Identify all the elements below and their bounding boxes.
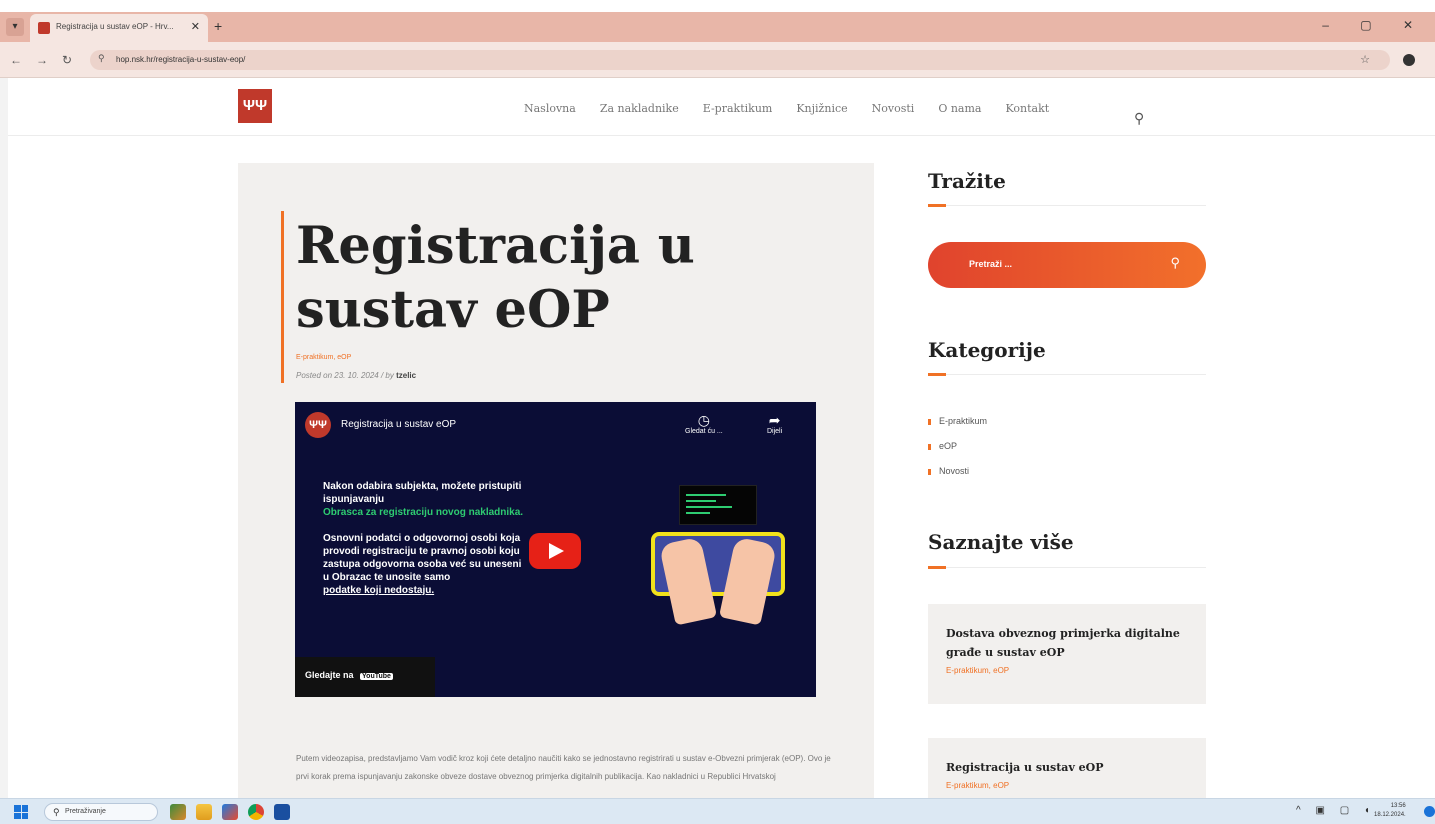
nav-item-za-nakladnike[interactable]: Za nakladnike: [600, 102, 679, 115]
video-caption-line: zastupa odgovorna osoba već su uneseni: [323, 559, 522, 570]
search-icon[interactable]: ⚲: [1170, 255, 1180, 271]
related-post-categories[interactable]: E-praktikum, eOP: [946, 666, 1188, 675]
nav-item-novosti[interactable]: Novosti: [872, 102, 915, 115]
widget-title-learn-more: Saznajte više: [928, 530, 1074, 554]
category-link[interactable]: eOP: [928, 441, 987, 466]
video-caption-line: provodi registraciju te pravnoj osobi ko…: [323, 546, 520, 557]
taskbar-search-placeholder: Pretraživanje: [65, 808, 106, 815]
post-title: Registracija u sustav eOP: [296, 216, 695, 340]
clock-icon: ◷: [697, 412, 710, 428]
post-author[interactable]: tzelic: [396, 371, 416, 380]
share-arrow-icon: ➦: [768, 412, 781, 428]
widget-divider: [928, 567, 1206, 568]
category-link[interactable]: E-praktikum: [928, 416, 987, 441]
bookmark-star-icon[interactable]: ☆: [1360, 53, 1380, 66]
video-caption-line: u Obrazac te unosite samo: [323, 572, 451, 583]
clock-time: 13:56: [1390, 803, 1406, 809]
widget-divider: [928, 205, 1206, 206]
widget-divider: [928, 374, 1206, 375]
post-meta: Posted on 23. 10. 2024 / by tzelic: [296, 371, 416, 380]
watch-on-label: Gledajte na: [305, 670, 354, 680]
category-list: E-praktikum eOP Novosti: [928, 416, 987, 491]
share-button[interactable]: ➦ Dijeli: [767, 412, 782, 435]
outlook-icon[interactable]: [274, 804, 290, 820]
channel-avatar[interactable]: ΨΨ: [305, 412, 331, 438]
video-caption-line: Osnovni podatci o odgovornoj osobi koja: [323, 533, 521, 544]
nav-item-naslovna[interactable]: Naslovna: [524, 102, 576, 115]
window-controls[interactable]: – ▢ ✕: [1322, 18, 1427, 32]
nav-item-knjiznice[interactable]: Knjižnice: [796, 102, 847, 115]
site-header: ΨΨ Naslovna Za nakladnike E-praktikum Kn…: [0, 78, 1435, 136]
taskbar-app-icon[interactable]: [170, 804, 186, 820]
category-link[interactable]: Novosti: [928, 466, 987, 491]
title-accent-bar: [281, 211, 284, 383]
post-categories[interactable]: E-praktikum, eOP: [296, 354, 351, 361]
tab-list-button[interactable]: ▾: [6, 18, 24, 36]
video-caption-line: ispunjavanju: [323, 494, 385, 505]
video-caption-line: podatke koji nedostaju.: [323, 585, 435, 596]
forward-arrow-icon[interactable]: →: [36, 53, 48, 67]
new-tab-button[interactable]: +: [214, 18, 222, 34]
video-caption-highlight: Obrasca za registraciju novog nakladnika…: [323, 507, 524, 518]
watch-later-label: Gledat ću ...: [685, 428, 723, 435]
search-icon[interactable]: ⚲: [1134, 110, 1144, 127]
related-post-categories[interactable]: E-praktikum, eOP: [946, 781, 1188, 790]
browser-tab[interactable]: Registracija u sustav eOP - Hrv... ✕: [30, 14, 208, 42]
search-placeholder[interactable]: Pretraži ...: [969, 259, 1012, 269]
watch-later-button[interactable]: ◷ Gledat ću ...: [685, 412, 723, 435]
chrome-icon[interactable]: [248, 804, 264, 820]
url-text[interactable]: hop.nsk.hr/registracija-u-sustav-eop/: [116, 55, 245, 64]
play-button-icon[interactable]: [529, 533, 581, 569]
tab-close-icon[interactable]: ✕: [191, 20, 200, 33]
browser-tab-bar: ▾ Registracija u sustav eOP - Hrv... ✕ +…: [0, 12, 1435, 42]
sidebar-search-input[interactable]: Pretraži ... ⚲: [928, 242, 1206, 288]
back-arrow-icon[interactable]: ←: [10, 53, 22, 67]
post-date: Posted on 23. 10. 2024 / by: [296, 371, 394, 380]
related-post-card[interactable]: Dostava obveznog primjerka digitalne gra…: [928, 604, 1206, 704]
nav-item-e-praktikum[interactable]: E-praktikum: [703, 102, 773, 115]
widget-accent: [928, 566, 946, 569]
youtube-logo-icon: YouTube: [360, 673, 393, 680]
widget-title-categories: Kategorije: [928, 338, 1046, 362]
browser-toolbar: ← → ↻ ⚲ hop.nsk.hr/registracija-u-sustav…: [0, 42, 1435, 78]
widget-title-search: Tražite: [928, 169, 1006, 193]
system-tray[interactable]: ^ ▣ ▢ ◖: [1296, 805, 1376, 816]
favicon-icon: [38, 22, 50, 34]
youtube-embed[interactable]: ΨΨ Registracija u sustav eOP ◷ Gledat ću…: [295, 402, 816, 697]
monitor-illustration: [679, 485, 757, 525]
notification-icon[interactable]: [1424, 806, 1435, 817]
address-bar[interactable]: ⚲ hop.nsk.hr/registracija-u-sustav-eop/ …: [90, 50, 1390, 70]
related-post-title[interactable]: Dostava obveznog primjerka digitalne gra…: [946, 624, 1188, 662]
nav-item-o-nama[interactable]: O nama: [938, 102, 981, 115]
post-body-text: Putem videozapisa, predstavljamo Vam vod…: [296, 754, 831, 781]
taskbar-search[interactable]: ⚲ Pretraživanje: [44, 803, 158, 821]
share-label: Dijeli: [767, 428, 783, 435]
related-post-card[interactable]: Registracija u sustav eOP E-praktikum, e…: [928, 738, 1206, 800]
page-left-gutter: [0, 78, 8, 798]
office-icon[interactable]: [222, 804, 238, 820]
related-post-title[interactable]: Registracija u sustav eOP: [946, 758, 1188, 777]
file-explorer-icon[interactable]: [196, 804, 212, 820]
watch-on-youtube-button[interactable]: Gledajte na YouTube: [295, 657, 435, 697]
system-clock[interactable]: 13:56 18.12.2024.: [1374, 802, 1406, 820]
profile-icon[interactable]: [1403, 54, 1415, 66]
widget-accent: [928, 204, 946, 207]
video-title[interactable]: Registracija u sustav eOP: [341, 419, 456, 430]
search-icon: ⚲: [53, 807, 60, 817]
widget-accent: [928, 373, 946, 376]
nav-item-kontakt[interactable]: Kontakt: [1005, 102, 1049, 115]
site-logo[interactable]: ΨΨ: [238, 89, 272, 123]
main-navigation: Naslovna Za nakladnike E-praktikum Knjiž…: [524, 102, 1049, 115]
site-info-icon[interactable]: ⚲: [98, 53, 105, 64]
tab-title: Registracija u sustav eOP - Hrv...: [56, 22, 174, 31]
os-taskbar: ⚲ Pretraživanje ^ ▣ ▢ ◖ 13:56 18.12.2024…: [0, 798, 1435, 824]
video-caption-line: Nakon odabira subjekta, možete pristupit…: [323, 481, 522, 492]
reload-icon[interactable]: ↻: [62, 53, 72, 67]
clock-date: 18.12.2024.: [1374, 812, 1406, 818]
windows-start-icon[interactable]: [14, 805, 28, 819]
